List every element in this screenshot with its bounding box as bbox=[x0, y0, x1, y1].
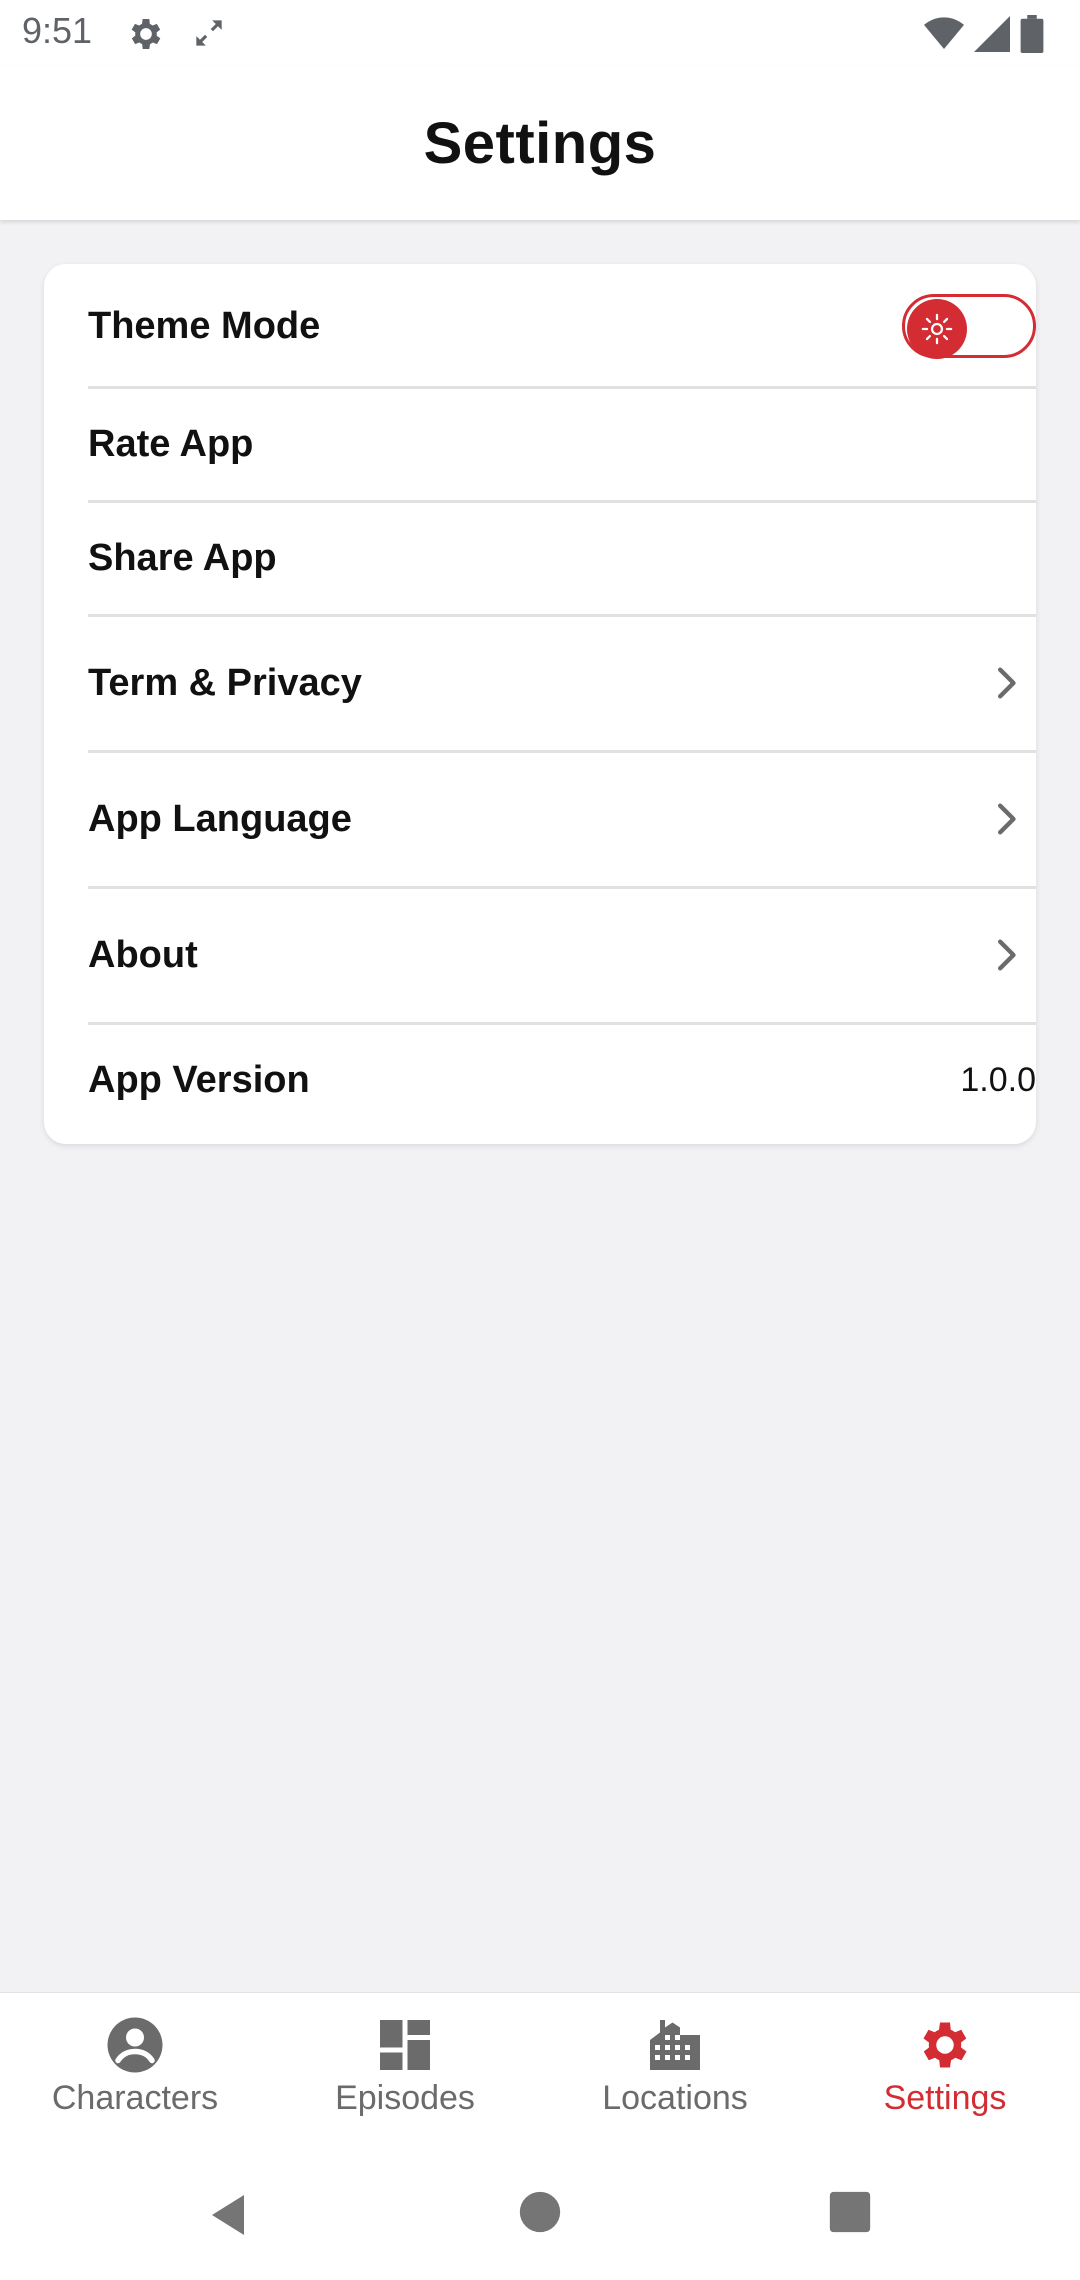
chevron-right-icon bbox=[998, 939, 1016, 971]
gear-icon bbox=[923, 2022, 967, 2068]
recents-icon[interactable] bbox=[828, 2190, 872, 2234]
nav-item-locations[interactable]: Locations bbox=[540, 2015, 810, 2118]
city-icon bbox=[650, 2020, 700, 2070]
nav-label: Locations bbox=[602, 2079, 748, 2117]
chevron-right-icon bbox=[998, 667, 1016, 699]
back-icon[interactable] bbox=[204, 2190, 252, 2240]
status-bar: 9:51 bbox=[0, 0, 1080, 66]
dashboard-icon bbox=[380, 2020, 430, 2070]
settings-item-app-language[interactable]: App Language bbox=[88, 752, 1036, 886]
theme-mode-toggle[interactable] bbox=[902, 294, 1036, 359]
signal-icon bbox=[974, 16, 1010, 52]
settings-item-theme-mode[interactable]: Theme Mode bbox=[88, 294, 1036, 359]
wifi-icon bbox=[924, 17, 964, 49]
settings-item-label: Theme Mode bbox=[88, 304, 321, 347]
nav-item-characters[interactable]: Characters bbox=[0, 2015, 270, 2118]
settings-item-label: App Language bbox=[88, 797, 352, 840]
nav-item-episodes[interactable]: Episodes bbox=[270, 2015, 540, 2118]
settings-item-label: Rate App bbox=[88, 422, 254, 465]
nav-label: Characters bbox=[51, 2079, 219, 2117]
nav-label: Episodes bbox=[335, 2079, 475, 2117]
settings-item-label: Term & Privacy bbox=[88, 661, 362, 704]
app-bar: Settings bbox=[0, 66, 1080, 220]
expand-icon bbox=[196, 20, 222, 46]
settings-item-app-version: App Version 1.0.0 bbox=[88, 1024, 1036, 1136]
chevron-right-icon bbox=[998, 803, 1016, 835]
app-version-value: 1.0.0 bbox=[960, 1060, 1036, 1099]
gear-icon bbox=[131, 19, 161, 49]
home-icon[interactable] bbox=[518, 2190, 562, 2234]
status-time: 9:51 bbox=[22, 10, 93, 51]
sun-icon bbox=[907, 299, 967, 359]
battery-icon bbox=[1020, 15, 1044, 53]
settings-item-share-app[interactable]: Share App bbox=[88, 502, 1036, 614]
account-circle-icon bbox=[107, 2017, 163, 2073]
settings-item-label: About bbox=[88, 933, 198, 976]
system-nav-bar bbox=[0, 2152, 1080, 2280]
nav-item-settings[interactable]: Settings bbox=[810, 2015, 1080, 2118]
settings-item-label: Share App bbox=[88, 536, 277, 579]
settings-item-label: App Version bbox=[88, 1058, 310, 1101]
bottom-nav: Characters Episodes Locations Settings bbox=[0, 1992, 1080, 2153]
settings-card: Theme Mode Rate App Share App Term & Pri… bbox=[44, 264, 1036, 1144]
settings-item-term-privacy[interactable]: Term & Privacy bbox=[88, 616, 1036, 750]
settings-item-about[interactable]: About bbox=[88, 888, 1036, 1022]
nav-label: Settings bbox=[883, 2079, 1007, 2117]
settings-item-rate-app[interactable]: Rate App bbox=[88, 388, 1036, 500]
page-title: Settings bbox=[423, 110, 657, 176]
